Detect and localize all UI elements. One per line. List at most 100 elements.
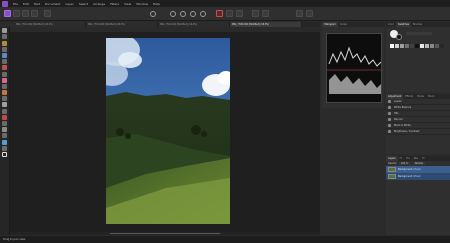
menu-layer[interactable]: Layer [65, 2, 73, 6]
snapping-button[interactable] [236, 10, 243, 17]
tab-navigator[interactable]: Nav [412, 156, 421, 161]
app-logo-icon [2, 0, 8, 7]
secondary-color-swatch[interactable] [396, 34, 402, 40]
persona-develop-button[interactable] [22, 10, 29, 17]
swatch[interactable] [435, 44, 439, 48]
tab-brushes[interactable]: Brushes [411, 22, 424, 27]
status-text: Drag to pan view. [3, 238, 26, 241]
dodge-brush-icon[interactable] [2, 90, 7, 96]
swatch[interactable] [390, 44, 394, 48]
tab-styles[interactable]: Styles [415, 94, 426, 99]
histogram-tabs: Histogram Scope [322, 22, 384, 27]
auto-contrast-icon[interactable] [190, 11, 196, 17]
horizontal-scroll-thumb[interactable] [110, 233, 220, 234]
photo-canvas[interactable] [106, 38, 230, 224]
view-icon[interactable] [150, 11, 156, 17]
menu-arrange[interactable]: Arrange [93, 2, 105, 6]
swatch[interactable] [415, 44, 419, 48]
tab-layers[interactable]: Layers [386, 156, 398, 161]
selection-brush-icon[interactable] [2, 46, 7, 52]
adjustment-label: Levels [394, 100, 402, 103]
hsl-icon [388, 112, 391, 115]
swatch[interactable] [425, 44, 429, 48]
layer-row[interactable]: Background (Pixel) [386, 166, 450, 173]
flood-fill-icon[interactable] [2, 83, 7, 89]
auto-color-icon[interactable] [200, 11, 206, 17]
quick-mask-button[interactable] [252, 10, 259, 17]
layer-row[interactable]: Background (Pixel) [386, 173, 450, 180]
adjustment-label: HSL [394, 112, 399, 115]
share-button[interactable] [44, 10, 51, 17]
swatch[interactable] [400, 44, 404, 48]
mask-button[interactable] [226, 10, 233, 17]
persona-photo-button[interactable] [4, 10, 11, 17]
opacity-field[interactable]: 100 % [399, 162, 410, 165]
persona-tone-button[interactable] [31, 10, 38, 17]
swatch-grid [390, 44, 446, 48]
black-white-icon [388, 124, 391, 127]
crop-tool-icon[interactable] [2, 40, 7, 46]
tab-color[interactable]: Color [386, 22, 396, 27]
tab-swatches[interactable]: Swatches [396, 22, 411, 27]
menu-document[interactable]: Document [45, 2, 61, 6]
tab-scope[interactable]: Scope [338, 22, 349, 27]
clone-brush-icon[interactable] [2, 96, 7, 102]
persona-liquify-button[interactable] [13, 10, 20, 17]
flood-select-icon[interactable] [2, 52, 7, 58]
auto-levels-icon[interactable] [180, 11, 186, 17]
paint-brush-icon[interactable] [2, 71, 7, 77]
menu-view[interactable]: View [124, 2, 131, 6]
shape-tool-icon[interactable] [2, 127, 7, 133]
zoom-tool-icon[interactable] [2, 145, 7, 151]
tab-histogram[interactable]: Histogram [322, 22, 338, 27]
marquee-tool-icon[interactable] [2, 59, 7, 65]
tab-stock[interactable]: Stock [426, 94, 436, 99]
menu-window[interactable]: Window [136, 2, 148, 6]
blur-brush-icon[interactable] [2, 102, 7, 108]
color-picker-icon[interactable] [2, 65, 7, 71]
foreground-color-swatch[interactable] [2, 151, 7, 157]
red-eye-tool-icon[interactable] [2, 114, 7, 120]
tab-effects[interactable]: Effects [403, 94, 415, 99]
swatch[interactable] [430, 44, 434, 48]
menu-filters[interactable]: Filters [110, 2, 119, 6]
move-tool-icon[interactable] [2, 28, 7, 34]
record-button[interactable] [216, 10, 223, 17]
layers-panel: Layers Fx Tra Nav Hi Opacity: 100 % Norm… [386, 156, 450, 235]
histogram-waveform [327, 34, 381, 102]
swatch[interactable] [405, 44, 409, 48]
palette-dropdown[interactable] [406, 32, 432, 35]
sync-icon[interactable] [170, 11, 176, 17]
adjustment-item-brightness-contrast[interactable]: Brightness / Contrast [386, 129, 450, 135]
menu-bar: File Edit Text Document Layer Select Arr… [0, 0, 450, 7]
tab-adjustment[interactable]: Adjustment [386, 94, 404, 99]
inpainting-brush-icon[interactable] [2, 108, 7, 114]
white-balance-icon [388, 106, 391, 109]
arrange-button[interactable] [296, 10, 303, 17]
swatch[interactable] [440, 44, 444, 48]
pen-tool-icon[interactable] [2, 121, 7, 126]
menu-text[interactable]: Text [34, 2, 40, 6]
swatch[interactable] [410, 44, 414, 48]
text-tool-icon[interactable] [2, 133, 7, 139]
adjustment-label: Brightness / Contrast [394, 130, 420, 133]
menu-select[interactable]: Select [79, 2, 88, 6]
blend-mode-select[interactable]: Normal [412, 162, 425, 165]
menu-file[interactable]: File [13, 2, 18, 6]
layer-type: (Pixel) [413, 168, 421, 171]
selection-button[interactable] [262, 10, 269, 17]
menu-help[interactable]: Help [153, 2, 160, 6]
transform-button[interactable] [306, 10, 313, 17]
tab-fx[interactable]: Fx [398, 156, 405, 161]
swatch[interactable] [395, 44, 399, 48]
erase-brush-icon[interactable] [2, 77, 7, 83]
histogram-graph [326, 33, 382, 103]
adjustment-label: White Balance [394, 106, 412, 109]
menu-edit[interactable]: Edit [23, 2, 29, 6]
status-bar: Drag to pan view. [0, 236, 450, 243]
tab-transform[interactable]: Tra [404, 156, 411, 161]
gradient-tool-icon[interactable] [2, 139, 7, 145]
view-tool-icon[interactable] [2, 34, 7, 40]
tab-history[interactable]: Hi [420, 156, 426, 161]
swatch[interactable] [420, 44, 424, 48]
